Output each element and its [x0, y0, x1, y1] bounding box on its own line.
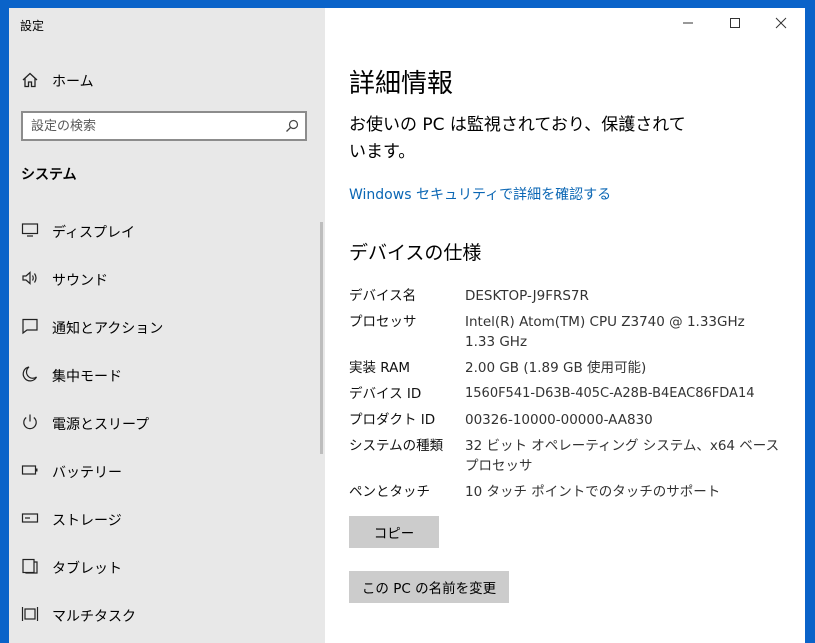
- sidebar-item-focus[interactable]: 集中モード: [9, 355, 319, 395]
- sidebar-item-label: ホーム: [52, 74, 94, 90]
- protection-message: お使いの PC は監視されており、保護されています。: [349, 115, 686, 162]
- sidebar-item-power[interactable]: 電源とスリープ: [9, 403, 319, 443]
- sidebar-item-tablet[interactable]: タブレット: [9, 547, 319, 587]
- sidebar-item-multitasking[interactable]: マルチタスク: [9, 595, 319, 635]
- sidebar-item-display[interactable]: ディスプレイ: [9, 211, 319, 251]
- sidebar-item-home[interactable]: ホーム: [9, 64, 325, 96]
- sidebar-item-label: ディスプレイ: [52, 225, 136, 241]
- copy-button[interactable]: コピー: [349, 516, 439, 548]
- sidebar: 設定 ホーム システム ディスプレイ: [9, 8, 325, 643]
- security-link[interactable]: Windows セキュリティで詳細を確認する: [349, 184, 611, 204]
- sidebar-item-label: 集中モード: [52, 369, 122, 385]
- section-title: システム: [21, 167, 77, 183]
- search-box[interactable]: [21, 111, 307, 141]
- spec-key: プロダクト ID: [349, 412, 436, 428]
- spec-value: 10 タッチ ポイントでのタッチのサポート: [465, 484, 721, 500]
- spec-value: DESKTOP-J9FRS7R: [465, 288, 589, 304]
- sidebar-item-storage[interactable]: ストレージ: [9, 499, 319, 539]
- main-content: 詳細情報 お使いの PC は監視されており、保護されています。 Windows …: [349, 8, 789, 643]
- page-title: 詳細情報: [349, 69, 454, 99]
- spec-key: 実装 RAM: [349, 360, 411, 376]
- power-icon: [23, 414, 37, 430]
- moon-icon: [22, 366, 38, 382]
- search-icon[interactable]: [285, 119, 299, 133]
- spec-value: 32 ビット オペレーティング システム、x64 ベース プロセッサ: [465, 438, 780, 474]
- spec-key: システムの種類: [349, 438, 444, 454]
- sidebar-item-label: 電源とスリープ: [52, 417, 150, 433]
- spec-value: Intel(R) Atom(TM) CPU Z3740 @ 1.33GHz 1.…: [465, 314, 745, 350]
- sidebar-item-label: タブレット: [52, 561, 122, 577]
- sidebar-item-label: 通知とアクション: [52, 321, 164, 337]
- spec-value: 1560F541-D63B-405C-A28B-B4EAC86FDA14: [465, 386, 755, 401]
- monitor-icon: [21, 223, 39, 237]
- app-title: 設定: [20, 19, 45, 33]
- sidebar-scrollbar[interactable]: [320, 222, 323, 454]
- specs-heading: デバイスの仕様: [349, 242, 482, 264]
- sidebar-item-battery[interactable]: バッテリー: [9, 451, 319, 491]
- notification-icon: [22, 318, 38, 335]
- speaker-icon: [22, 271, 37, 285]
- settings-window: 設定 ホーム システム ディスプレイ: [9, 8, 805, 643]
- sidebar-item-label: バッテリー: [52, 465, 122, 481]
- home-icon: [22, 72, 38, 88]
- storage-icon: [21, 513, 39, 523]
- battery-icon: [21, 465, 38, 475]
- tablet-icon: [22, 558, 38, 574]
- spec-key: デバイス ID: [349, 386, 422, 402]
- spec-key: プロセッサ: [349, 314, 417, 330]
- spec-value: 2.00 GB (1.89 GB 使用可能): [465, 360, 647, 376]
- sidebar-item-label: ストレージ: [52, 513, 122, 529]
- sidebar-item-label: マルチタスク: [52, 609, 136, 625]
- sidebar-item-label: サウンド: [52, 273, 108, 289]
- spec-value: 00326-10000-00000-AA830: [465, 412, 653, 428]
- rename-pc-button[interactable]: この PC の名前を変更: [349, 571, 509, 603]
- multitask-icon: [21, 607, 39, 621]
- spec-key: ペンとタッチ: [349, 484, 430, 500]
- spec-key: デバイス名: [349, 288, 417, 304]
- sidebar-item-sound[interactable]: サウンド: [9, 259, 319, 299]
- sidebar-item-notifications[interactable]: 通知とアクション: [9, 307, 319, 347]
- search-input[interactable]: [31, 117, 271, 135]
